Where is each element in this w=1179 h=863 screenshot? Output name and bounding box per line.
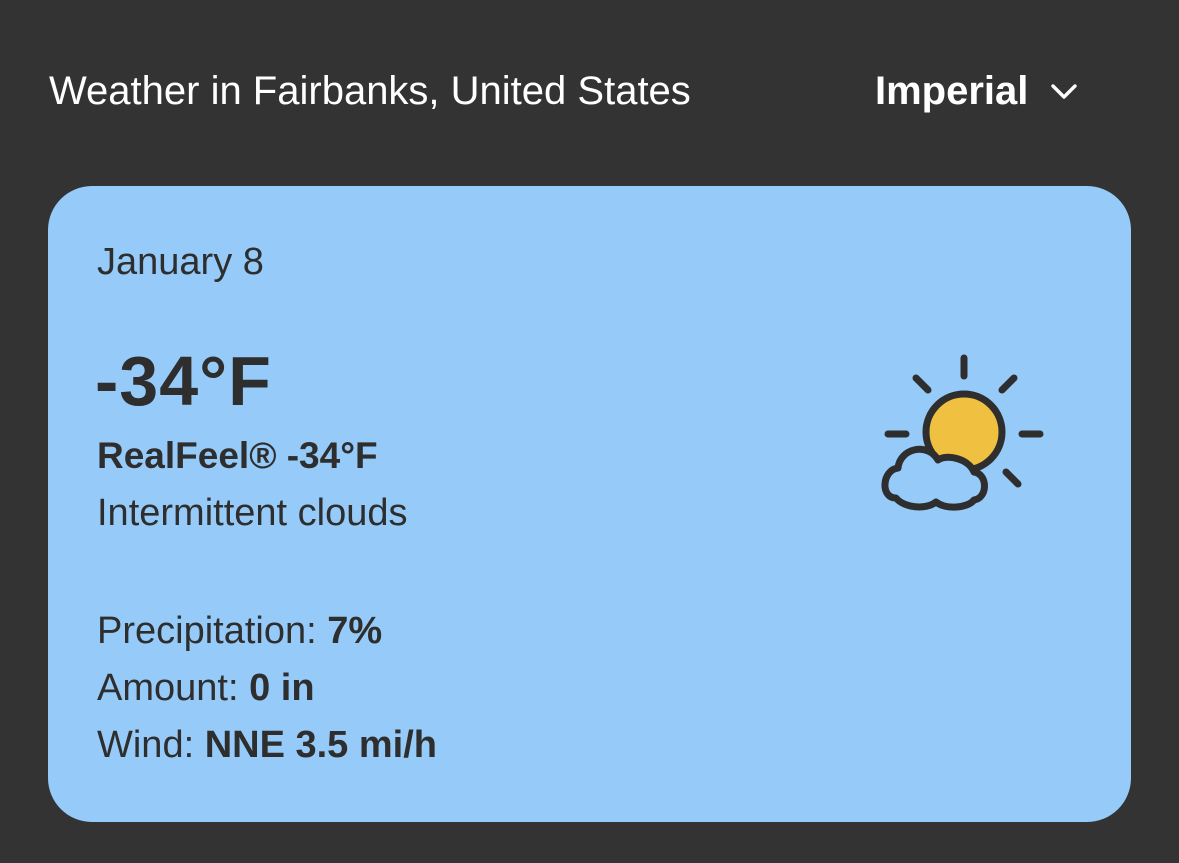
- amount-row: Amount: 0 in: [97, 662, 315, 714]
- page-title: Weather in Fairbanks, United States: [49, 69, 691, 113]
- unit-system-selected-label: Imperial: [875, 69, 1029, 113]
- wind-value: NNE 3.5 mi/h: [204, 724, 437, 766]
- temperature: -34°F: [95, 342, 272, 420]
- wind-label: Wind:: [97, 724, 195, 766]
- precipitation-row: Precipitation: 7%: [97, 605, 382, 657]
- amount-label: Amount:: [97, 667, 239, 709]
- forecast-date: January 8: [97, 241, 264, 283]
- weather-card: January 8 -34°F RealFeel® -34°F Intermit…: [48, 186, 1131, 822]
- amount-value: 0 in: [249, 667, 315, 709]
- partly-cloudy-icon: [881, 354, 1044, 511]
- wind-row: Wind: NNE 3.5 mi/h: [97, 719, 437, 771]
- header: Weather in Fairbanks, United States Impe…: [49, 62, 1131, 120]
- precipitation-value: 7%: [327, 610, 383, 652]
- realfeel-temperature: RealFeel® -34°F: [97, 435, 378, 476]
- precipitation-label: Precipitation:: [97, 610, 317, 652]
- chevron-down-icon: [1051, 84, 1078, 99]
- unit-system-dropdown[interactable]: Imperial: [875, 62, 1080, 120]
- weather-condition: Intermittent clouds: [97, 492, 408, 534]
